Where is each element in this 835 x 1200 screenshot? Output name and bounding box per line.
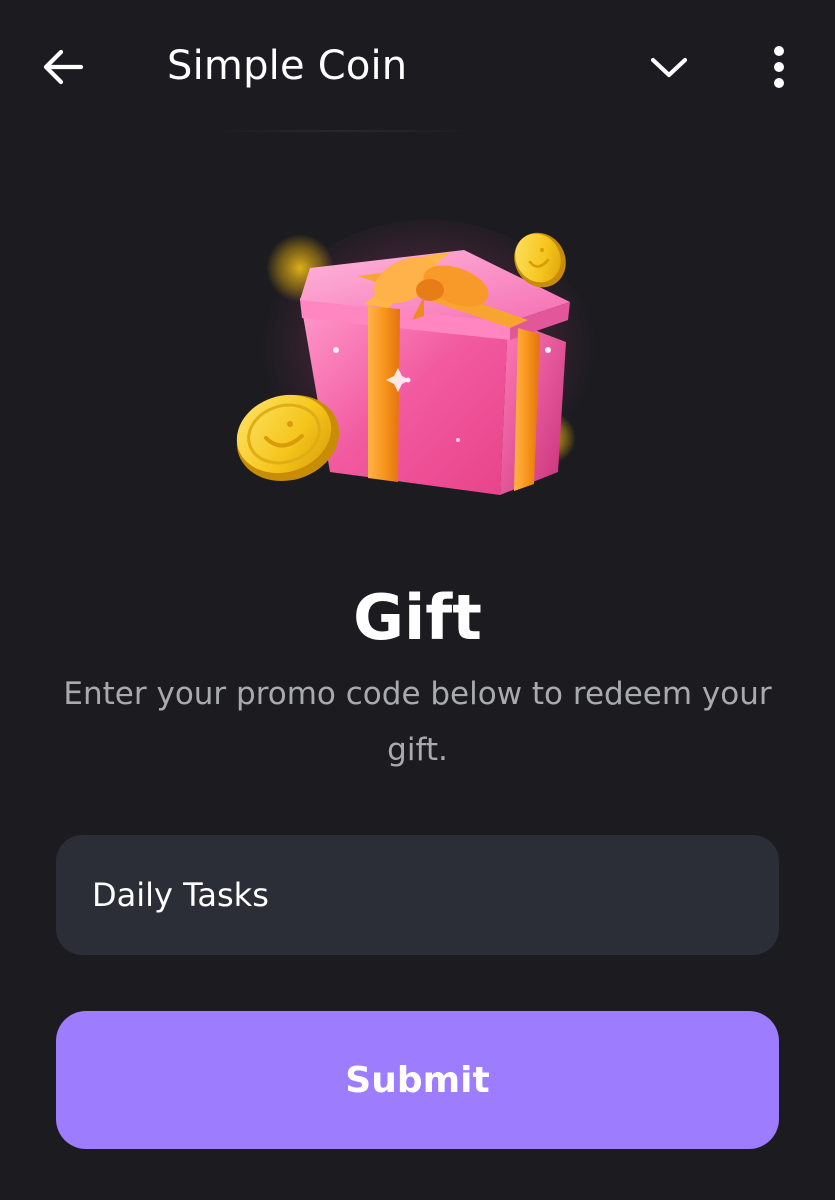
gift-illustration [218,210,618,530]
more-vertical-icon [774,46,784,88]
promo-code-input[interactable] [56,835,779,955]
gift-heading: Gift [353,581,482,654]
app-header: Simple Coin [0,0,835,132]
back-button[interactable] [36,42,90,92]
header-divider [212,130,474,132]
arrow-left-icon [43,49,84,85]
gift-box-with-coins-icon [236,220,598,500]
dropdown-button[interactable] [640,44,698,90]
chevron-down-icon [650,57,688,78]
page-title: Simple Coin [167,43,408,89]
submit-button[interactable]: Submit [56,1011,779,1149]
more-menu-button[interactable] [756,40,802,94]
gift-screen: Simple Coin Gift Enter your promo code b… [0,0,835,1200]
gift-description: Enter your promo code below to redeem yo… [63,676,772,768]
